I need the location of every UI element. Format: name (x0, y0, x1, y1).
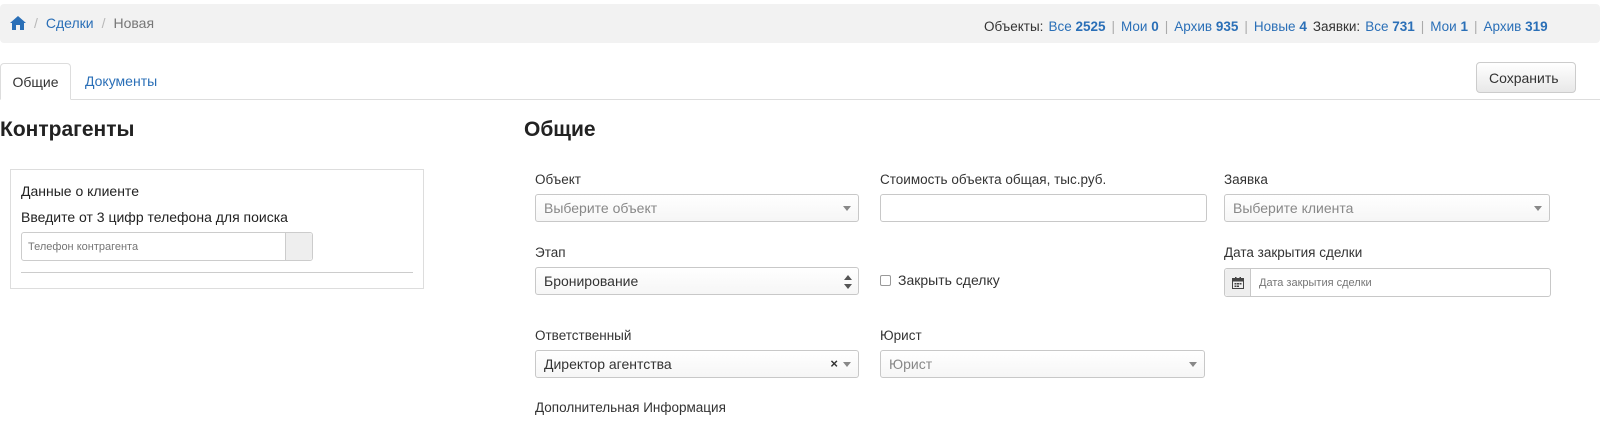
close-date-label: Дата закрытия сделки (1224, 245, 1363, 260)
close-date-input[interactable] (1251, 269, 1550, 296)
close-deal-checkbox-wrap[interactable]: Закрыть сделку (880, 272, 1000, 288)
objects-archive-link[interactable]: Архив 935 (1174, 19, 1238, 34)
cost-input[interactable] (880, 194, 1207, 222)
additional-info-label: Дополнительная Информация (535, 400, 726, 415)
home-icon[interactable] (10, 16, 26, 30)
request-label: Заявка (1224, 172, 1268, 187)
general-heading: Общие (524, 118, 596, 141)
clear-icon[interactable]: × (830, 351, 838, 377)
stats-counters: Объекты: Все 2525 | Мои 0 | Архив 935 | … (984, 19, 1548, 34)
chevron-down-icon (843, 206, 851, 211)
chevron-down-icon (1534, 206, 1542, 211)
stage-select[interactable]: Бронирование (535, 267, 859, 295)
lawyer-select[interactable]: Юрист (880, 350, 1205, 378)
requests-label: Заявки: (1312, 19, 1361, 34)
requests-archive-link[interactable]: Архив 319 (1484, 19, 1548, 34)
tab-general[interactable]: Общие (0, 63, 71, 100)
requests-mine-link[interactable]: Мои 1 (1430, 19, 1468, 34)
breadcrumb-separator: / (101, 15, 106, 31)
updown-arrows-icon (844, 275, 852, 289)
phone-search-input[interactable] (22, 233, 285, 260)
close-deal-label: Закрыть сделку (898, 272, 1000, 288)
close-deal-checkbox[interactable] (880, 274, 891, 286)
phone-search-group (21, 232, 313, 261)
stage-label: Этап (535, 245, 566, 260)
objects-new-link[interactable]: Новые 4 (1254, 19, 1307, 34)
client-data-panel: Данные о клиенте Введите от 3 цифр телеф… (10, 169, 424, 289)
panel-divider (21, 272, 413, 273)
breadcrumb-current: Новая (113, 15, 155, 31)
responsible-label: Ответственный (535, 328, 632, 343)
breadcrumb-deals-link[interactable]: Сделки (46, 15, 94, 31)
objects-all-link[interactable]: Все 2525 (1048, 19, 1105, 34)
phone-search-addon[interactable] (285, 233, 312, 260)
responsible-select[interactable]: Директор агентства × (535, 350, 859, 378)
breadcrumb: / Сделки / Новая (10, 15, 154, 31)
object-label: Объект (535, 172, 581, 187)
phone-search-hint: Введите от 3 цифр телефона для поиска (21, 209, 288, 225)
request-select[interactable]: Выберите клиента (1224, 194, 1550, 222)
chevron-down-icon (843, 362, 851, 367)
calendar-addon[interactable] (1225, 269, 1251, 296)
lawyer-label: Юрист (880, 328, 922, 343)
requests-all-link[interactable]: Все 731 (1365, 19, 1415, 34)
objects-mine-link[interactable]: Мои 0 (1121, 19, 1159, 34)
tab-divider (0, 99, 1600, 100)
chevron-down-icon (1189, 362, 1197, 367)
cost-label: Стоимость объекта общая, тыс.руб. (880, 172, 1107, 187)
close-date-group (1224, 268, 1551, 297)
tab-documents[interactable]: Документы (72, 63, 170, 100)
client-data-label: Данные о клиенте (21, 183, 139, 199)
object-select[interactable]: Выберите объект (535, 194, 859, 222)
objects-label: Объекты: (984, 19, 1044, 34)
contractors-heading: Контрагенты (0, 118, 135, 141)
breadcrumb-separator: / (34, 15, 38, 31)
breadcrumb-bar: / Сделки / Новая Объекты: Все 2525 | Мои… (0, 4, 1600, 43)
save-button[interactable]: Сохранить (1476, 62, 1576, 93)
calendar-icon (1231, 276, 1244, 289)
